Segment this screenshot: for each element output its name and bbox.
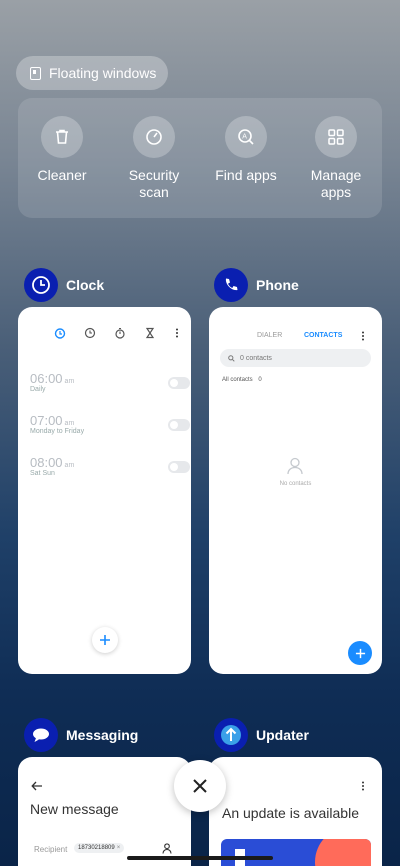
trash-icon — [41, 116, 83, 158]
alarm-toggle[interactable] — [168, 377, 190, 389]
all-contacts-count: 0 — [258, 377, 262, 383]
messaging-app-header[interactable]: Messaging — [24, 718, 138, 752]
world-clock-tab-icon[interactable] — [84, 327, 96, 339]
close-all-button[interactable] — [174, 760, 226, 812]
floating-window-icon — [30, 66, 41, 80]
clock-tabs — [54, 327, 180, 339]
alarm-time: 08:00 — [30, 455, 63, 470]
alarm-repeat: Sat Sun — [30, 470, 55, 477]
updater-app-title: Updater — [256, 727, 309, 743]
alarm-repeat: Monday to Friday — [30, 428, 85, 435]
all-contacts-row[interactable]: All contacts 0 — [222, 377, 262, 383]
quick-tools-panel: Cleaner Security scan A Find apps Manage… — [18, 98, 382, 218]
clock-app-header[interactable]: Clock — [24, 268, 104, 302]
cleaner-button[interactable]: Cleaner — [22, 116, 102, 184]
grid-icon — [315, 116, 357, 158]
updater-app-card[interactable]: An update is available — [209, 757, 382, 866]
close-icon — [193, 779, 207, 793]
phone-app-header[interactable]: Phone — [214, 268, 299, 302]
alarm-row[interactable]: 07:00 am Monday to Friday — [30, 413, 190, 435]
security-scan-button[interactable]: Security scan — [114, 116, 194, 201]
more-options-icon[interactable] — [360, 780, 366, 792]
search-placeholder: 0 contacts — [240, 354, 272, 362]
alarm-time: 06:00 — [30, 371, 63, 386]
more-options-icon[interactable] — [360, 330, 366, 342]
floating-windows-button[interactable]: Floating windows — [16, 56, 168, 90]
messaging-app-card[interactable]: New message Recipient 18730218809 × — [18, 757, 191, 866]
updater-app-header[interactable]: Updater — [214, 718, 309, 752]
alarm-row[interactable]: 08:00 am Sat Sun — [30, 455, 190, 477]
stopwatch-tab-icon[interactable] — [114, 327, 126, 339]
contacts-search-input[interactable]: 0 contacts — [220, 349, 371, 367]
alarm-toggle[interactable] — [168, 461, 190, 473]
contact-picker-icon[interactable] — [162, 843, 172, 854]
recipient-chip[interactable]: 18730218809 × — [74, 843, 125, 853]
all-contacts-label: All contacts — [222, 377, 253, 383]
messaging-app-title: Messaging — [66, 727, 139, 743]
remove-recipient-icon[interactable]: × — [117, 845, 121, 851]
shield-gauge-icon — [133, 116, 175, 158]
search-icon — [228, 354, 235, 362]
find-apps-label: Find apps — [215, 167, 277, 183]
alarm-ampm: am — [64, 378, 75, 385]
clock-app-card[interactable]: 06:00 am Daily 07:00 am Monday to Friday 0… — [18, 307, 191, 674]
manage-apps-label: Manage apps — [310, 167, 362, 200]
no-contacts-label: No contacts — [279, 481, 312, 487]
manage-apps-button[interactable]: Manage apps — [296, 116, 376, 201]
cleaner-label: Cleaner — [37, 167, 87, 183]
security-scan-label: Security scan — [128, 167, 180, 200]
alarm-tab-icon[interactable] — [54, 327, 66, 339]
timer-tab-icon[interactable] — [144, 327, 156, 339]
clock-app-icon — [24, 268, 58, 302]
alarm-ampm: am — [64, 420, 75, 427]
find-apps-icon: A — [225, 116, 267, 158]
alarm-ampm: am — [64, 462, 75, 469]
clock-app-title: Clock — [66, 277, 105, 293]
svg-text:A: A — [242, 134, 247, 141]
alarm-row[interactable]: 06:00 am Daily — [30, 371, 190, 393]
plus-icon — [100, 635, 110, 645]
alarm-toggle[interactable] — [168, 419, 190, 431]
messaging-app-icon — [24, 718, 58, 752]
home-indicator[interactable] — [127, 856, 273, 860]
back-arrow-icon[interactable] — [31, 781, 43, 791]
more-options-icon[interactable] — [174, 327, 180, 339]
find-apps-button[interactable]: A Find apps — [206, 116, 286, 184]
phone-app-card[interactable]: DIALER CONTACTS 0 contacts All contacts … — [209, 307, 382, 674]
update-banner — [221, 839, 371, 866]
new-message-heading: New message — [30, 801, 119, 817]
person-icon — [287, 457, 303, 475]
add-contact-button[interactable] — [348, 641, 372, 665]
recipient-label: Recipient — [34, 845, 68, 854]
floating-windows-label: Floating windows — [49, 65, 157, 81]
add-alarm-button[interactable] — [92, 627, 118, 653]
recipient-number: 18730218809 — [78, 845, 115, 851]
phone-app-icon — [214, 268, 248, 302]
alarm-repeat: Daily — [30, 386, 46, 393]
tab-dialer[interactable]: DIALER — [257, 332, 282, 339]
alarm-time: 07:00 — [30, 413, 63, 428]
update-available-heading: An update is available — [222, 805, 359, 821]
phone-app-title: Phone — [256, 277, 299, 293]
updater-app-icon — [214, 718, 248, 752]
plus-icon — [355, 648, 365, 658]
tab-contacts[interactable]: CONTACTS — [304, 332, 342, 339]
